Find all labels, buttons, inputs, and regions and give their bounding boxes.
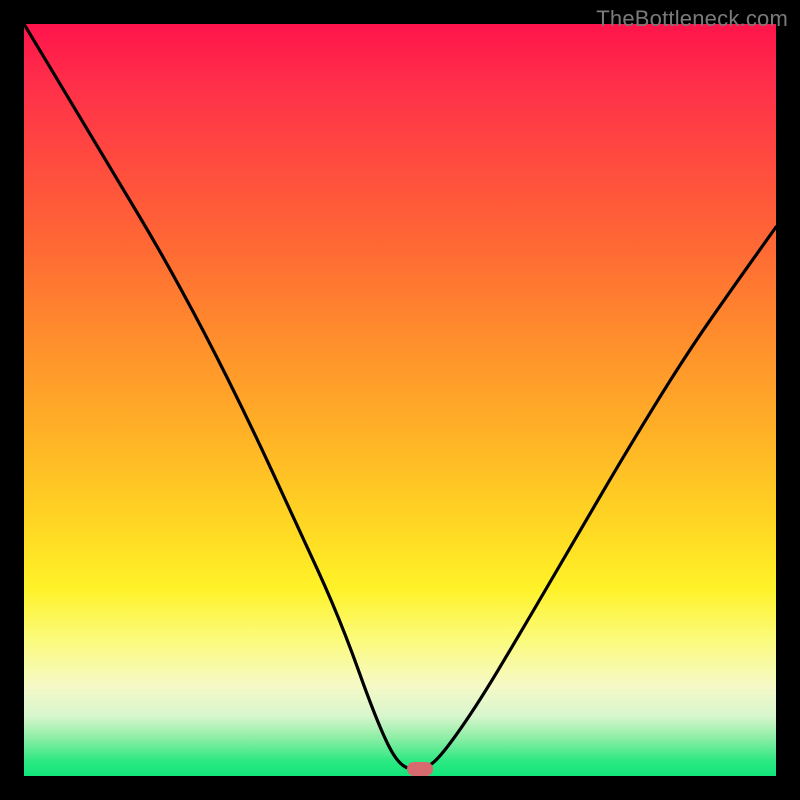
chart-frame: TheBottleneck.com	[0, 0, 800, 800]
watermark-text: TheBottleneck.com	[596, 6, 788, 32]
bottleneck-curve	[24, 24, 776, 776]
curve-path	[24, 24, 776, 769]
minimum-marker	[407, 762, 433, 776]
